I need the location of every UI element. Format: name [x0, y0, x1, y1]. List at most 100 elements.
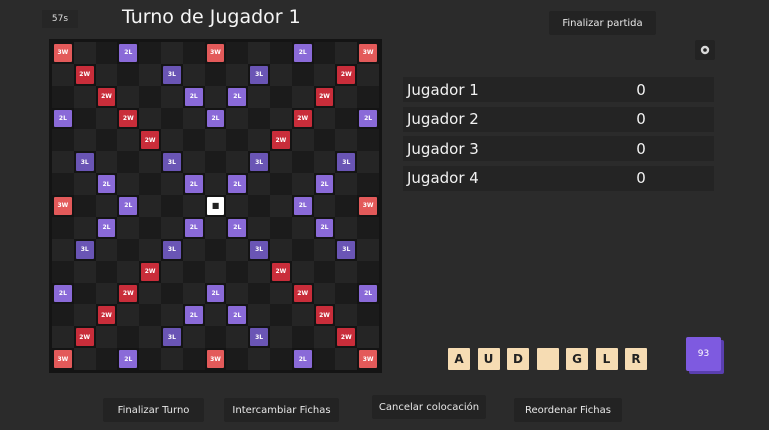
board-square[interactable] [313, 63, 336, 86]
board-square-2l[interactable]: 2L [184, 306, 203, 325]
board-square[interactable] [291, 304, 314, 327]
board-square[interactable] [226, 63, 249, 86]
board-square-3l[interactable]: 3L [162, 240, 181, 259]
board-square[interactable] [269, 63, 292, 86]
board-square[interactable] [248, 195, 270, 217]
board-square[interactable] [335, 216, 358, 239]
board-square[interactable] [160, 195, 183, 217]
board-square-2w[interactable]: 2W [119, 109, 138, 128]
board-square[interactable] [226, 326, 249, 349]
board-square[interactable] [117, 260, 140, 283]
board-square[interactable] [313, 348, 336, 370]
board-square-3w[interactable]: 3W [359, 350, 377, 368]
board-square[interactable] [313, 326, 336, 349]
board-square[interactable] [357, 85, 379, 108]
board-square[interactable] [117, 173, 140, 196]
board-square[interactable] [204, 304, 227, 327]
board-square[interactable] [335, 42, 358, 64]
board-square[interactable] [248, 129, 270, 152]
board-square[interactable] [52, 151, 74, 174]
rack-tile-blank[interactable] [536, 348, 559, 370]
board-square[interactable] [226, 151, 249, 174]
board-square[interactable] [313, 238, 336, 261]
board-square-3w[interactable]: 3W [206, 44, 225, 62]
board-square-2w[interactable]: 2W [315, 306, 334, 325]
board-square-2l[interactable]: 2L [359, 109, 377, 128]
board-square[interactable] [73, 195, 96, 217]
board-square[interactable] [160, 173, 183, 196]
board-square[interactable] [139, 304, 161, 327]
end-turn-button[interactable]: Finalizar Turno [103, 398, 204, 422]
board-square[interactable] [291, 260, 314, 283]
board-square[interactable] [95, 151, 118, 174]
board-square[interactable] [182, 195, 205, 217]
board-square-2w[interactable]: 2W [293, 109, 312, 128]
board-square[interactable] [117, 216, 140, 239]
board-square[interactable] [248, 107, 270, 130]
board-square[interactable] [204, 63, 227, 86]
board-square-2w[interactable]: 2W [337, 65, 356, 84]
board-square-2w[interactable]: 2W [75, 328, 94, 347]
board-square-2w[interactable]: 2W [315, 87, 334, 106]
board-square[interactable] [95, 195, 118, 217]
board-square[interactable] [335, 173, 358, 196]
board-square[interactable] [73, 348, 96, 370]
board-square[interactable] [313, 260, 336, 283]
board-square[interactable] [139, 216, 161, 239]
board-square[interactable] [226, 348, 249, 370]
board-square-3l[interactable]: 3L [162, 328, 181, 347]
board-square[interactable] [52, 326, 74, 349]
board-square[interactable] [117, 129, 140, 152]
board-square-3w[interactable]: 3W [206, 350, 225, 368]
end-game-button[interactable]: Finalizar partida [549, 11, 656, 35]
board-square[interactable] [269, 85, 292, 108]
board-square-2l[interactable]: 2L [228, 87, 247, 106]
board-square[interactable] [182, 238, 205, 261]
board-square-2l[interactable]: 2L [119, 350, 138, 368]
board-square[interactable] [52, 238, 74, 261]
board-square[interactable] [182, 348, 205, 370]
board-square[interactable] [357, 238, 379, 261]
board-square[interactable] [313, 107, 336, 130]
board-square[interactable] [160, 282, 183, 305]
cancel-placement-button[interactable]: Cancelar colocación [372, 395, 486, 419]
board-square-3l[interactable]: 3L [162, 65, 181, 84]
board-square[interactable] [269, 348, 292, 370]
board-square[interactable] [182, 282, 205, 305]
board-square-2l[interactable]: 2L [228, 306, 247, 325]
board-square[interactable] [52, 260, 74, 283]
board-square-3l[interactable]: 3L [162, 153, 181, 172]
board-square-3l[interactable]: 3L [250, 328, 268, 347]
board-square[interactable] [139, 173, 161, 196]
board-square-2l[interactable]: 2L [228, 175, 247, 194]
board-square[interactable] [182, 326, 205, 349]
board-square-2w[interactable]: 2W [271, 131, 290, 150]
board-square-2l[interactable]: 2L [119, 197, 138, 215]
board-square[interactable] [117, 326, 140, 349]
rack-tile[interactable]: R [625, 348, 647, 370]
board-square[interactable] [52, 63, 74, 86]
board-square-2l[interactable]: 2L [293, 350, 312, 368]
board-square[interactable] [95, 282, 118, 305]
board-square-2l[interactable]: 2L [293, 44, 312, 62]
board-square[interactable] [291, 173, 314, 196]
board-square-3l[interactable]: 3L [250, 153, 268, 172]
board-square[interactable] [269, 107, 292, 130]
board-square-2l[interactable]: 2L [315, 175, 334, 194]
board-center-square[interactable]: ■ [206, 197, 225, 215]
board-square[interactable] [139, 238, 161, 261]
board-square[interactable] [357, 173, 379, 196]
settings-button[interactable] [695, 40, 715, 60]
board-square[interactable] [357, 304, 379, 327]
board-square[interactable] [117, 151, 140, 174]
board-square[interactable] [73, 173, 96, 196]
board-square[interactable] [291, 238, 314, 261]
board-square[interactable] [335, 282, 358, 305]
board-square-2l[interactable]: 2L [293, 197, 312, 215]
board-square[interactable] [248, 304, 270, 327]
board-square[interactable] [73, 42, 96, 64]
board-square-3w[interactable]: 3W [54, 350, 72, 368]
board-square[interactable] [357, 260, 379, 283]
board-square[interactable] [139, 85, 161, 108]
board-square[interactable] [269, 151, 292, 174]
